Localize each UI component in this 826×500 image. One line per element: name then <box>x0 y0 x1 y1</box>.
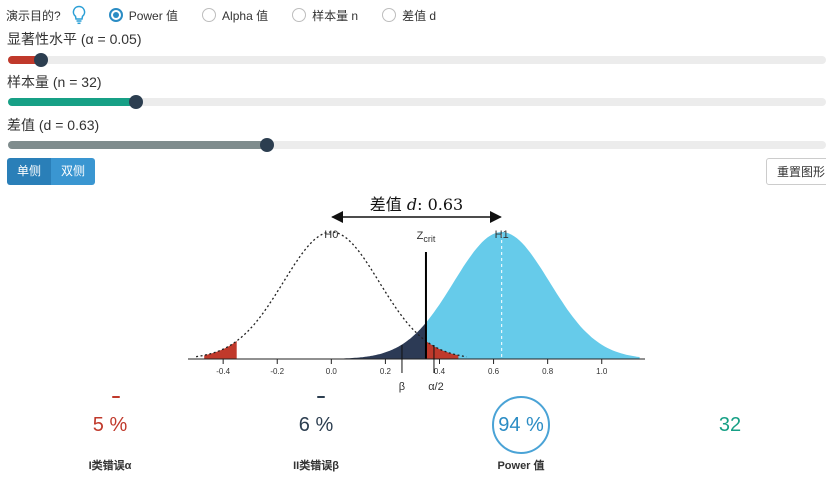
power-value: 94 % <box>498 414 544 436</box>
power-area <box>426 232 640 359</box>
sample-size-value: 32 <box>718 414 742 436</box>
n-slider-fill <box>8 98 137 106</box>
radio-power[interactable]: Power 值 <box>108 7 179 24</box>
lightbulb-icon[interactable] <box>71 5 87 25</box>
d-slider[interactable] <box>8 138 826 152</box>
radio-circle <box>292 8 307 22</box>
one-sided-button[interactable]: 单侧 <box>7 158 52 185</box>
type2-error-label: II类错误β <box>293 460 339 472</box>
alpha-left-area <box>204 341 237 359</box>
h0-label: H0 <box>324 229 338 241</box>
radio-difference[interactable]: 差值 d <box>382 7 436 24</box>
type2-error-value: 6 % <box>298 414 334 436</box>
radio-alpha[interactable]: Alpha 值 <box>202 7 268 24</box>
radio-label: 差值 d <box>402 8 437 23</box>
power-label: Power 值 <box>497 460 545 472</box>
x-tick-label: -0.4 <box>216 367 230 376</box>
h1-label: H1 <box>495 229 509 241</box>
alpha-slider[interactable] <box>8 53 826 67</box>
x-tick-label: 0.0 <box>326 367 338 376</box>
radio-circle <box>382 8 397 22</box>
d-slider-handle[interactable] <box>260 138 275 152</box>
purpose-row: 演示目的? Power 值 Alpha 值 样本量 n 差值 d <box>6 4 460 26</box>
alpha-indicator <box>112 396 120 398</box>
reset-button[interactable]: 重置图形 <box>766 158 826 185</box>
difference-label: 差值 d: 0.63 <box>370 195 463 214</box>
beta-label: β <box>399 381 405 393</box>
n-slider-handle[interactable] <box>129 95 144 109</box>
n-slider[interactable] <box>8 95 826 109</box>
zcrit-label: Zcrit <box>417 230 436 244</box>
beta-indicator <box>317 396 325 398</box>
radio-label: 样本量 n <box>312 8 359 23</box>
x-tick-label: 0.2 <box>380 367 392 376</box>
type1-error-label: I类错误α <box>88 460 132 472</box>
alpha-label: α/2 <box>428 381 444 393</box>
tail-button-group: 单侧 双侧 <box>7 158 96 185</box>
radio-label: Power 值 <box>128 8 179 23</box>
purpose-label: 演示目的? <box>6 8 61 23</box>
type1-error-value: 5 % <box>92 414 128 436</box>
beta-area <box>310 322 426 359</box>
radio-circle <box>108 8 123 22</box>
alpha-slider-label: 显著性水平 (α = 0.05) <box>7 31 142 47</box>
alpha-slider-handle[interactable] <box>33 53 48 67</box>
x-tick-label: -0.2 <box>270 367 284 376</box>
radio-label: Alpha 值 <box>222 8 269 23</box>
x-tick-label: 0.8 <box>542 367 554 376</box>
x-tick-label: 0.6 <box>488 367 500 376</box>
distribution-chart: 差值 d: 0.63 H0 H1 Zcrit -0.4 -0.2 0.0 0.2 0.4… <box>188 195 645 393</box>
n-slider-label: 样本量 (n = 32) <box>7 74 102 90</box>
two-sided-button[interactable]: 双侧 <box>51 158 96 185</box>
radio-sample-size[interactable]: 样本量 n <box>292 7 358 24</box>
x-tick-label: 1.0 <box>596 367 608 376</box>
d-slider-fill <box>8 141 268 149</box>
radio-circle <box>202 8 217 22</box>
d-slider-label: 差值 (d = 0.63) <box>7 117 100 133</box>
x-tick-label: 0.4 <box>434 367 446 376</box>
